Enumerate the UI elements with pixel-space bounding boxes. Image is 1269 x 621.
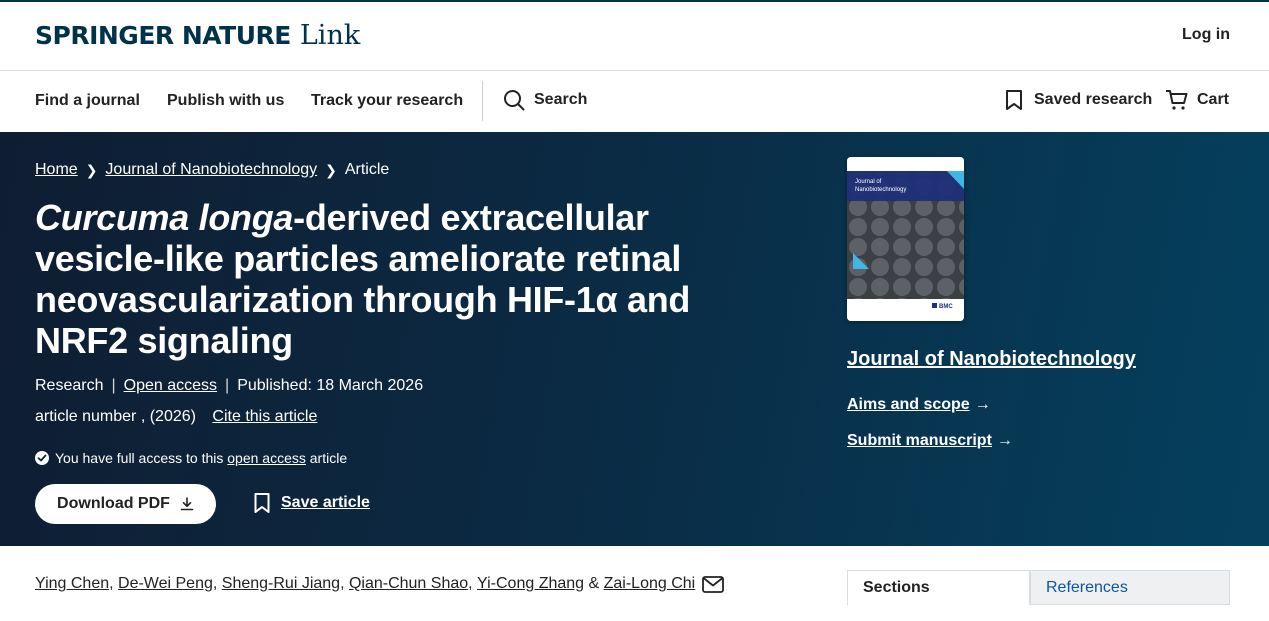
author-separator: & xyxy=(584,575,604,592)
open-access-link[interactable]: Open access xyxy=(124,377,217,395)
saved-research-button[interactable]: Saved research xyxy=(1004,89,1152,111)
nav-find-journal[interactable]: Find a journal xyxy=(35,92,140,110)
article-type: Research xyxy=(35,377,104,394)
submit-manuscript-link[interactable]: Submit manuscript → xyxy=(847,432,1013,450)
cover-title-line1: Journal of xyxy=(855,179,882,185)
chevron-right-icon: ❯ xyxy=(85,161,98,178)
breadcrumb-home[interactable]: Home xyxy=(35,161,78,179)
author-link[interactable]: Ying Chen xyxy=(35,575,109,593)
springer-nature-link-logo[interactable]: SPRINGER NATURE Link xyxy=(35,20,360,51)
cover-title-line2: Nanobiotechnology xyxy=(855,187,906,193)
published-date: Published: 18 March 2026 xyxy=(237,377,424,394)
saved-research-label: Saved research xyxy=(1034,91,1153,108)
save-article-button[interactable]: Save article xyxy=(253,492,370,514)
login-link[interactable]: Log in xyxy=(1182,26,1230,44)
article-number: article number , (2026) xyxy=(35,408,196,425)
article-hero: Home ❯ Journal of Nanobiotechnology ❯ Ar… xyxy=(0,132,1269,546)
cart-button[interactable]: Cart xyxy=(1165,89,1229,111)
access-suffix: article xyxy=(309,450,348,466)
cite-article-link[interactable]: Cite this article xyxy=(212,408,317,425)
author-link[interactable]: Zai-Long Chi xyxy=(604,575,696,593)
author-link[interactable]: Yi-Cong Zhang xyxy=(477,575,584,593)
submit-manuscript-label: Submit manuscript xyxy=(847,432,992,449)
mail-icon[interactable] xyxy=(702,575,725,593)
meta-separator: | xyxy=(225,377,230,394)
author-separator: , xyxy=(109,575,119,592)
arrow-right-icon: → xyxy=(996,432,1013,449)
search-button[interactable]: Search xyxy=(503,89,587,111)
download-icon xyxy=(180,497,194,511)
article-title-italic: Curcuma longa xyxy=(35,197,294,238)
nav-divider xyxy=(482,81,483,121)
article-meta: Research | Open access | Published: 18 M… xyxy=(35,377,423,395)
breadcrumb-journal[interactable]: Journal of Nanobiotechnology xyxy=(105,161,317,179)
search-label: Search xyxy=(534,91,588,108)
logo-link-text: Link xyxy=(299,20,361,51)
journal-cover-art: Journal of Nanobiotechnology BMC xyxy=(847,157,964,321)
journal-name-link[interactable]: Journal of Nanobiotechnology xyxy=(847,348,1136,371)
aims-and-scope-link[interactable]: Aims and scope → xyxy=(847,396,991,414)
cover-brand: BMC xyxy=(939,304,953,310)
meta-separator: | xyxy=(111,377,116,394)
nav-track-research[interactable]: Track your research xyxy=(311,92,463,110)
save-article-label: Save article xyxy=(281,494,370,511)
arrow-right-icon: → xyxy=(974,396,991,413)
cart-icon xyxy=(1166,90,1188,110)
author-list: Ying Chen, De-Wei Peng, Sheng-Rui Jiang,… xyxy=(35,575,725,593)
search-icon xyxy=(504,90,525,111)
tab-references[interactable]: References xyxy=(1030,570,1230,605)
main-nav: Find a journal Publish with us Track you… xyxy=(0,71,1269,132)
access-open-access-link[interactable]: open access xyxy=(227,450,306,466)
journal-cover-image[interactable]: Journal of Nanobiotechnology BMC xyxy=(847,157,964,321)
author-link[interactable]: De-Wei Peng xyxy=(118,575,213,593)
logo-wordmark: SPRINGER NATURE xyxy=(35,21,291,50)
article-title: Curcuma longa-derived extracellular vesi… xyxy=(35,197,755,361)
top-header: SPRINGER NATURE Link Log in xyxy=(0,0,1269,71)
author-separator: , xyxy=(468,575,478,592)
download-pdf-button[interactable]: Download PDF xyxy=(35,484,216,524)
check-circle-icon xyxy=(35,451,49,465)
article-citation-row: article number , (2026) Cite this articl… xyxy=(35,408,317,426)
cart-label: Cart xyxy=(1197,91,1230,108)
bookmark-icon xyxy=(1006,90,1022,110)
chevron-right-icon: ❯ xyxy=(325,161,337,178)
access-notice: You have full access to this open access… xyxy=(35,450,347,466)
author-separator: , xyxy=(340,575,349,592)
access-prefix: You have full access to this xyxy=(55,450,224,466)
bookmark-icon xyxy=(254,493,270,513)
author-separator: , xyxy=(212,575,222,592)
author-link[interactable]: Sheng-Rui Jiang xyxy=(222,575,340,593)
breadcrumb: Home ❯ Journal of Nanobiotechnology ❯ Ar… xyxy=(35,161,389,179)
author-link[interactable]: Qian-Chun Shao xyxy=(349,575,468,593)
breadcrumb-current: Article xyxy=(344,161,390,178)
tab-sections[interactable]: Sections xyxy=(847,570,1030,605)
sidebar-tabs: Sections References xyxy=(847,570,1230,605)
nav-publish-with-us[interactable]: Publish with us xyxy=(167,92,284,110)
aims-and-scope-label: Aims and scope xyxy=(847,396,970,413)
download-pdf-label: Download PDF xyxy=(57,495,170,512)
